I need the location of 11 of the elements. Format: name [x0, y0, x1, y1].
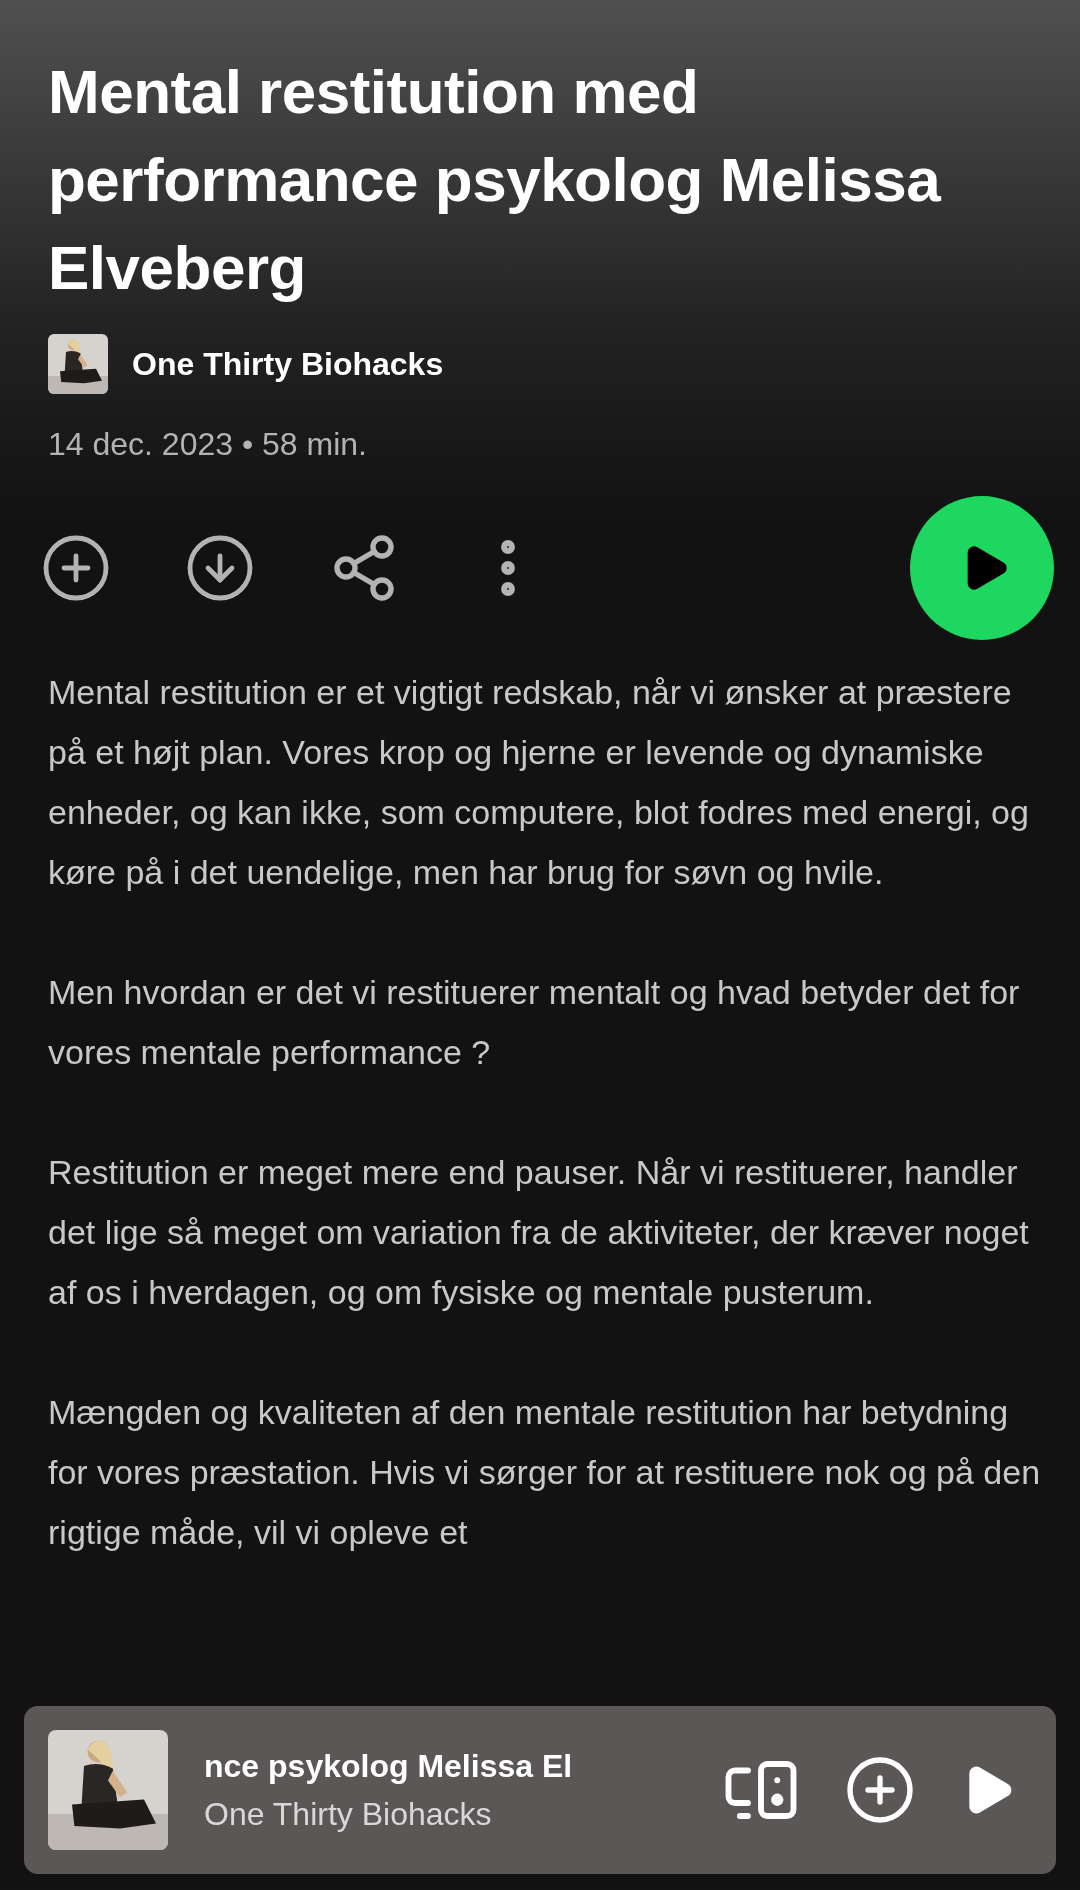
episode-meta: 14 dec. 2023 • 58 min. [48, 425, 368, 464]
description-paragraph: Mental restitution er et vigtigt redskab, når vi ønsker at præstere på et højt plan. Vores krop og hjerne er levende og dynamiske enheder, og kan ikke, som computere, blot fodres med energi, og køre på i det uendelige, men har brug for søvn og hvile. [48, 672, 1030, 893]
description-paragraph: Men hvordan er det vi restituerer mentalt og hvad betyder det for vores mentale performance ? [48, 972, 1021, 1073]
now-playing-title: nce psykolog Melissa El [204, 1747, 574, 1786]
description-paragraph: Mængden og kvaliteten af den mentale restitution har betydning for vores præstation. Hvis vi sørger for at restituere nok og på den rigtige måde, vil vi opleve et [48, 1392, 1042, 1553]
episode-title: Mental restitution med performance psykolog Melissa Elveberg [48, 56, 942, 304]
now-playing-show: One Thirty Biohacks [204, 1795, 493, 1834]
description-paragraph: Restitution er meget mere end pauser. Når vi restituerer, handler det lige så meget om variation fra de aktiviteter, der kræver noget af os i hverdagen, og om fysiske og mentale pusterum. [48, 1152, 1030, 1313]
show-name[interactable]: One Thirty Biohacks [132, 340, 444, 388]
mini-player[interactable]: nce psykolog Melissa El One Thirty Biohacks [24, 1706, 1056, 1874]
add-icon[interactable] [844, 1754, 916, 1826]
